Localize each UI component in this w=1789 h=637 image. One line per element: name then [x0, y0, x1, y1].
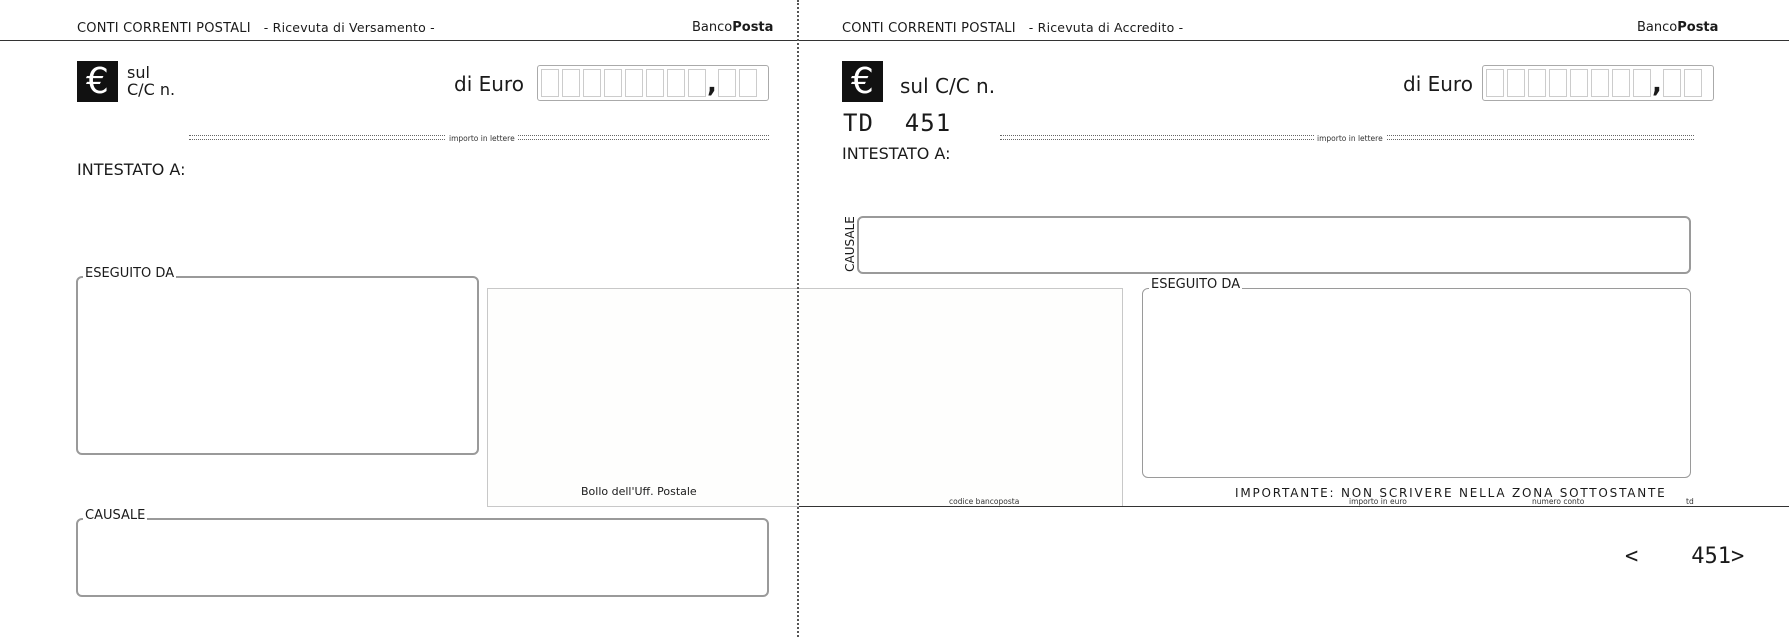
postal-stamp-area — [487, 288, 1123, 507]
left-amount-field[interactable]: , — [537, 65, 769, 101]
left-amount-cell[interactable] — [562, 69, 580, 97]
right-reason-label-wrap: CAUSALE — [843, 216, 858, 274]
left-holder-label: INTESTATO A: — [77, 160, 186, 179]
left-amount-cell[interactable] — [583, 69, 601, 97]
right-header-rule — [799, 40, 1789, 41]
right-amount-cell[interactable] — [1683, 69, 1702, 97]
left-amount-cell[interactable] — [717, 69, 736, 97]
right-amount-cell[interactable] — [1633, 69, 1651, 97]
left-amount-label: di Euro — [454, 72, 524, 96]
left-amount-cell[interactable] — [688, 69, 706, 97]
right-header-subtitle: - Ricevuta di Accredito - — [1028, 20, 1184, 35]
right-amount-label: di Euro — [1403, 72, 1473, 96]
right-account-label: sul C/C n. — [900, 74, 996, 98]
left-reason-box[interactable] — [76, 518, 769, 597]
right-reason-box[interactable] — [857, 216, 1691, 274]
right-amount-cell[interactable] — [1528, 69, 1546, 97]
left-amount-cell[interactable] — [625, 69, 643, 97]
right-amount-field[interactable]: , — [1482, 65, 1714, 101]
left-euro-icon: € — [77, 61, 118, 102]
footer-account-caption: numero conto — [1532, 497, 1585, 506]
ocr-zone-rule — [799, 506, 1789, 507]
right-amount-cell[interactable] — [1486, 69, 1504, 97]
right-amount-comma: , — [1652, 69, 1662, 99]
right-euro-icon: € — [842, 61, 883, 102]
left-brand-prefix: Banco — [692, 20, 733, 35]
left-header-subtitle: - Ricevuta di Versamento - — [263, 20, 435, 35]
right-brand-bold: Posta — [1677, 20, 1719, 35]
important-notice: IMPORTANTE: NON SCRIVERE NELLA ZONA SOTT… — [1235, 486, 1667, 500]
right-amount-cell[interactable] — [1549, 69, 1567, 97]
right-payer-box[interactable] — [1142, 288, 1691, 478]
left-brand: BancoPosta — [692, 20, 773, 35]
left-amount-cell[interactable] — [604, 69, 622, 97]
left-reason-label: CAUSALE — [83, 508, 148, 523]
footer-amount-caption: importo in euro — [1349, 497, 1407, 506]
left-amount-comma: , — [707, 69, 717, 99]
ocr-line: < 451> — [1625, 544, 1745, 569]
form-code: TD 451 — [843, 109, 952, 137]
right-payer-label: ESEGUITO DA — [1149, 277, 1243, 292]
right-header-title: CONTI CORRENTI POSTALI — [842, 21, 1016, 36]
left-account-label: sul C/C n. — [127, 64, 175, 98]
left-payer-box[interactable] — [76, 276, 479, 455]
right-brand: BancoPosta — [1637, 20, 1718, 35]
right-amount-cell[interactable] — [1591, 69, 1609, 97]
left-words-caption: importo in lettere — [446, 134, 518, 143]
left-brand-bold: Posta — [732, 20, 774, 35]
left-header: CONTI CORRENTI POSTALI - Ricevuta di Ver… — [77, 20, 435, 36]
stamp-label: Bollo dell'Uff. Postale — [581, 485, 697, 498]
left-amount-cell[interactable] — [667, 69, 685, 97]
left-payer-label: ESEGUITO DA — [83, 266, 177, 281]
left-header-rule — [0, 40, 797, 41]
right-holder-label: INTESTATO A: — [842, 144, 951, 163]
right-header: CONTI CORRENTI POSTALI - Ricevuta di Acc… — [842, 20, 1183, 36]
right-amount-cell[interactable] — [1612, 69, 1630, 97]
right-amount-cell[interactable] — [1570, 69, 1588, 97]
left-account-label-line2: C/C n. — [127, 80, 176, 99]
left-account-label-line1: sul — [127, 63, 150, 82]
left-amount-cell[interactable] — [541, 69, 559, 97]
left-amount-cell[interactable] — [646, 69, 664, 97]
left-amount-cell[interactable] — [738, 69, 757, 97]
footer-td-caption: td — [1686, 497, 1694, 506]
right-amount-cell[interactable] — [1662, 69, 1681, 97]
right-brand-prefix: Banco — [1637, 20, 1678, 35]
right-amount-cell[interactable] — [1507, 69, 1525, 97]
left-header-title: CONTI CORRENTI POSTALI — [77, 21, 251, 36]
right-reason-label: CAUSALE — [843, 216, 857, 272]
perforation-line — [797, 0, 799, 637]
code-label: codice bancoposta — [949, 497, 1020, 506]
right-words-caption: importo in lettere — [1314, 134, 1386, 143]
